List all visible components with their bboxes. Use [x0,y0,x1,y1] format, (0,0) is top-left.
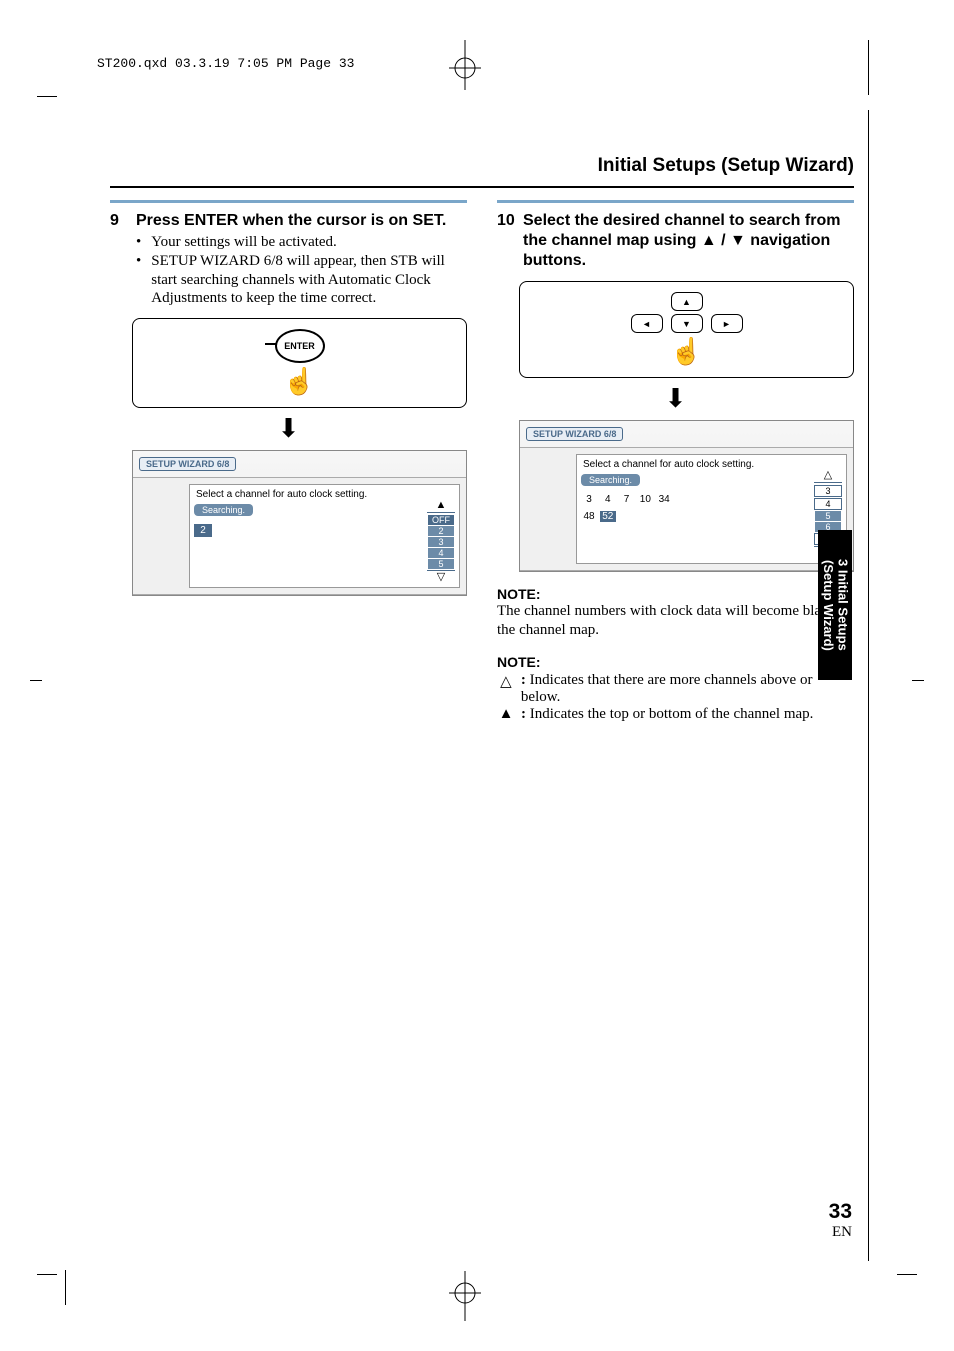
scroll-item: 4 [428,548,454,558]
enter-button-icon: ENTER [275,329,325,363]
osd-instruction: Select a channel for auto clock setting. [196,489,455,500]
triangle-solid-icon: ▲ [497,706,515,723]
remote-illustration: ENTER ☝ [132,318,467,408]
osd-screenshot-right: SETUP WIZARD 6/8 Select a channel for au… [519,420,854,572]
step-10-heading: 10 Select the desired channel to search … [497,211,854,271]
column-divider [110,200,467,203]
scroll-item: 3 [428,537,454,547]
dpad-left-icon: ◄ [631,314,663,333]
remote-illustration: ▲ ◄ ▼ ► ☝ [519,281,854,378]
note-heading: NOTE: [497,654,854,670]
down-arrow-icon: ⬇ [110,414,467,444]
searching-pill: Searching. [581,474,640,486]
hand-point-icon: ☝ [143,367,456,397]
left-column: 9 Press ENTER when the cursor is on SET.… [110,200,467,723]
crop-mark-top-icon [445,40,485,90]
osd-screenshot-left: SETUP WIZARD 6/8 Select a channel for au… [132,450,467,596]
step-number: 10 [497,211,515,271]
channel-row: 48 52 [581,511,672,522]
bullet-item: SETUP WIZARD 6/8 will appear, then STB w… [136,252,467,308]
dpad-up-icon: ▲ [671,292,703,311]
osd-tab: SETUP WIZARD 6/8 [139,457,236,471]
scroll-up-icon: ▲ [436,500,447,511]
up-icon: ▲ [701,232,717,249]
right-column: 10 Select the desired channel to search … [497,200,854,723]
chapter-tab: 3 Initial Setups(Setup Wizard) [818,530,852,680]
crop-tick [868,40,869,95]
crop-tick [37,1274,57,1275]
dpad-right-icon: ► [711,314,743,333]
osd-instruction: Select a channel for auto clock setting. [583,459,842,470]
scroll-list: ▲ OFF 2 3 4 5 ▽ [427,500,455,583]
scroll-item: 5 [428,559,454,569]
title-rule [110,186,854,188]
step-title: Select the desired channel to search fro… [523,211,854,271]
dpad-down-icon: ▼ [671,314,703,333]
crop-tick [912,680,924,681]
column-divider [497,200,854,203]
triangle-outline-icon: △ [497,672,515,706]
scroll-item: 4 [814,498,842,510]
page-title: Initial Setups (Setup Wizard) [598,155,854,177]
channel-row: 2 [194,524,253,537]
osd-tab: SETUP WIZARD 6/8 [526,427,623,441]
scroll-item: 5 [815,511,841,521]
step-number: 9 [110,211,128,231]
crop-tick [30,680,42,681]
searching-pill: Searching. [194,504,253,516]
down-icon: ▼ [730,232,746,249]
frame-edge [868,110,869,1261]
scroll-item: 3 [814,485,842,497]
legend-item: ▲ : Indicates the top or bottom of the c… [497,706,854,723]
down-arrow-icon: ⬇ [497,384,854,414]
scroll-item: OFF [428,515,454,525]
note-heading: NOTE: [497,586,854,602]
enter-label: ENTER [284,341,315,351]
channel-row: 3 4 7 10 34 [581,494,672,505]
frame-edge [65,1270,66,1305]
crop-mark-bottom-icon [445,1271,485,1321]
hand-point-icon: ☝ [530,337,843,367]
step-9-heading: 9 Press ENTER when the cursor is on SET. [110,211,467,231]
scroll-up-icon: △ [824,470,832,481]
scroll-down-icon: ▽ [437,572,445,583]
legend-item: △ : Indicates that there are more channe… [497,672,854,706]
channel-selected: 2 [194,524,212,537]
scroll-item: 2 [428,526,454,536]
note-body: The channel numbers with clock data will… [497,602,854,640]
step-title: Press ENTER when the cursor is on SET. [136,211,446,231]
crop-tick [897,1274,917,1275]
bullet-item: Your settings will be activated. [136,233,467,252]
file-header: ST200.qxd 03.3.19 7:05 PM Page 33 [97,56,354,71]
page-number: 33 EN [829,1200,852,1241]
crop-tick [37,96,57,97]
channel-selected: 52 [600,511,616,522]
